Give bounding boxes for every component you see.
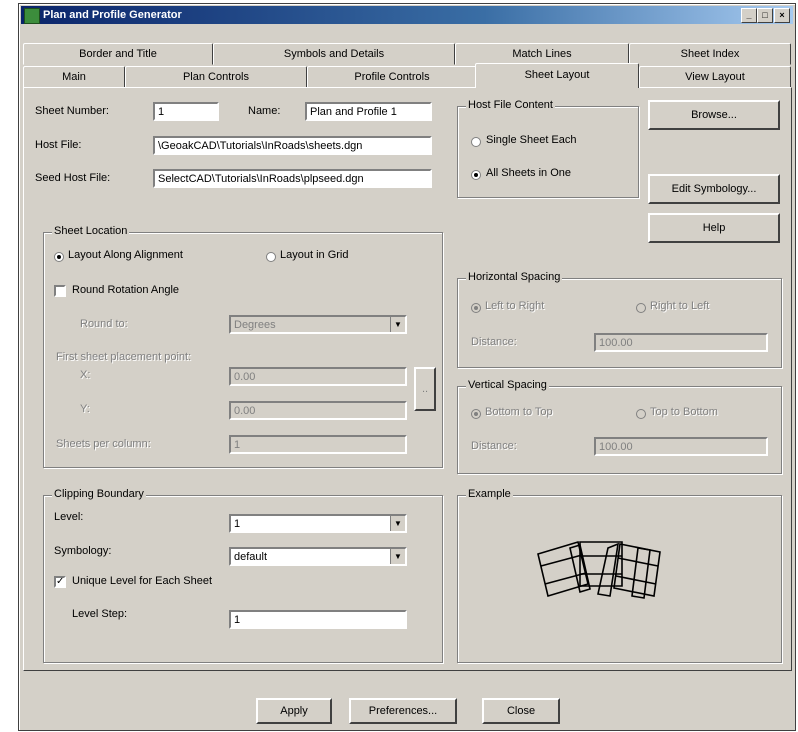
horizontal-spacing-group: Horizontal Spacing Left to Right Right t… [457,271,782,368]
chevron-down-icon: ▼ [390,549,405,564]
edit-symbology-button[interactable]: Edit Symbology... [648,174,780,204]
round-rotation-checkbox[interactable] [54,285,66,297]
help-button[interactable]: Help [648,213,780,243]
maximize-button[interactable]: □ [757,8,773,23]
symbology-label: Symbology: [54,545,112,557]
tab-main[interactable]: Main [23,66,125,88]
sheet-number-label: Sheet Number: [35,105,109,117]
example-title: Example [466,488,513,500]
level-value: 1 [234,518,241,530]
apply-button[interactable]: Apply [256,698,332,724]
name-label: Name: [248,105,281,117]
level-step-input[interactable]: 1 [229,610,407,629]
round-to-label: Round to: [80,318,128,330]
sheet-layout-panel: Sheet Number: 1 Name: Plan and Profile 1… [23,87,792,671]
all-sheets-label: All Sheets in One [486,167,571,179]
x-label: X: [80,369,91,381]
level-combo[interactable]: 1 ▼ [229,514,407,533]
host-file-input[interactable]: \GeoakCAD\Tutorials\InRoads\sheets.dgn [153,136,432,155]
y-label: Y: [80,403,90,415]
pick-point-button[interactable]: .. [414,367,436,411]
name-input[interactable]: Plan and Profile 1 [305,102,432,121]
close-window-button[interactable]: × [774,8,790,23]
tab-sheet-layout[interactable]: Sheet Layout [475,63,639,88]
top-to-bottom-label: Top to Bottom [650,406,718,418]
symbology-combo[interactable]: default ▼ [229,547,407,566]
sheet-location-group: Sheet Location Layout Along Alignment La… [43,225,443,468]
example-group: Example [457,488,782,663]
sheets-per-column-input[interactable]: 1 [229,435,407,454]
bottom-to-top-radio[interactable] [471,409,481,419]
close-button[interactable]: Close [482,698,560,724]
right-to-left-radio[interactable] [636,303,646,313]
preferences-button[interactable]: Preferences... [349,698,457,724]
layout-in-grid-radio[interactable] [266,252,276,262]
window-title: Plan and Profile Generator [43,9,182,21]
round-to-value: Degrees [234,319,276,331]
plan-profile-window: Plan and Profile Generator _ □ × Border … [18,3,796,731]
tab-row-front: Main Plan Controls Profile Controls Shee… [23,63,793,88]
horizontal-distance-label: Distance: [471,336,517,348]
layout-along-alignment-label: Layout Along Alignment [68,249,183,261]
level-label: Level: [54,511,84,523]
unique-level-label: Unique Level for Each Sheet [72,575,213,587]
tab-profile-controls[interactable]: Profile Controls [307,66,477,88]
title-bar: Plan and Profile Generator _ □ × [21,6,793,24]
browse-button[interactable]: Browse... [648,100,780,130]
host-file-content-group: Host File Content Single Sheet Each All … [457,99,639,198]
unique-level-checkbox[interactable]: ✓ [54,576,66,588]
sheets-per-column-label: Sheets per column: [56,438,151,450]
single-sheet-label: Single Sheet Each [486,134,577,146]
left-to-right-radio[interactable] [471,303,481,313]
clipping-boundary-group: Clipping Boundary Level: 1 ▼ Symbology: … [43,488,443,663]
right-to-left-label: Right to Left [650,300,710,312]
horizontal-spacing-title: Horizontal Spacing [466,271,563,283]
app-icon [24,8,40,24]
tab-symbols-and-details[interactable]: Symbols and Details [213,43,455,65]
vertical-spacing-group: Vertical Spacing Bottom to Top Top to Bo… [457,379,782,474]
bottom-to-top-label: Bottom to Top [485,406,553,418]
layout-along-alignment-radio[interactable] [54,252,64,262]
sheet-number-input[interactable]: 1 [153,102,219,121]
sheet-location-title: Sheet Location [52,225,130,237]
chevron-down-icon: ▼ [390,516,405,531]
level-step-label: Level Step: [72,608,128,620]
horizontal-distance-input[interactable]: 100.00 [594,333,768,352]
minimize-button[interactable]: _ [741,8,757,23]
chevron-down-icon: ▼ [390,317,405,332]
vertical-distance-label: Distance: [471,440,517,452]
vertical-spacing-title: Vertical Spacing [466,379,549,391]
tab-row-back: Border and Title Symbols and Details Mat… [23,43,793,65]
round-rotation-label: Round Rotation Angle [72,284,180,296]
x-input[interactable]: 0.00 [229,367,407,386]
tab-view-layout[interactable]: View Layout [639,66,791,88]
first-placement-label: First sheet placement point: [56,351,192,363]
all-sheets-radio[interactable] [471,170,481,180]
round-to-combo[interactable]: Degrees ▼ [229,315,407,334]
host-file-content-title: Host File Content [466,99,555,111]
tab-plan-controls[interactable]: Plan Controls [125,66,307,88]
vertical-distance-input[interactable]: 100.00 [594,437,768,456]
seed-host-file-label: Seed Host File: [35,172,111,184]
layout-in-grid-label: Layout in Grid [280,249,349,261]
sheet-layout-example-graphic [537,540,661,599]
tab-border-and-title[interactable]: Border and Title [23,43,213,65]
top-to-bottom-radio[interactable] [636,409,646,419]
y-input[interactable]: 0.00 [229,401,407,420]
host-file-label: Host File: [35,139,82,151]
single-sheet-radio[interactable] [471,137,481,147]
left-to-right-label: Left to Right [485,300,545,312]
tab-sheet-index[interactable]: Sheet Index [629,43,791,65]
tab-match-lines[interactable]: Match Lines [455,43,629,65]
clipping-boundary-title: Clipping Boundary [52,488,146,500]
symbology-value: default [234,551,268,563]
seed-host-file-input[interactable]: SelectCAD\Tutorials\InRoads\plpseed.dgn [153,169,432,188]
